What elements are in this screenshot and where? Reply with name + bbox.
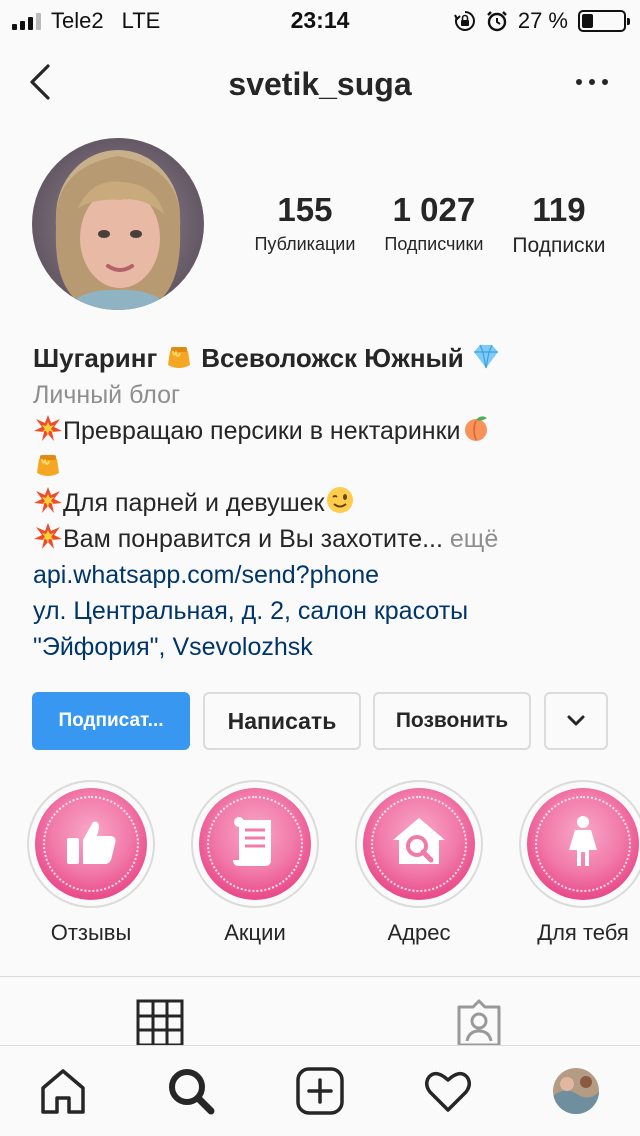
- call-button[interactable]: Позвонить: [373, 692, 531, 750]
- nav-profile-avatar[interactable]: [553, 1068, 599, 1114]
- bottom-navigation: [0, 1045, 640, 1136]
- woman-icon: [569, 816, 597, 866]
- story-highlights: Отзывы Акции Адрес Для тебя: [0, 780, 640, 950]
- stat-posts-label: Публикации: [254, 234, 356, 254]
- bio-website-link[interactable]: api.whatsapp.com/send?phone: [33, 557, 623, 593]
- house-search-icon: [393, 818, 445, 864]
- bio-address-line-1[interactable]: ул. Центральная, д. 2, салон красоты: [33, 593, 623, 629]
- avatar-photo: [32, 138, 204, 310]
- bio-name-part2: Всеволожск Южный: [201, 343, 464, 373]
- tab-tagged[interactable]: [455, 999, 503, 1045]
- more-dot: [589, 79, 595, 85]
- home-icon: [41, 1069, 85, 1114]
- highlight-cover: [199, 788, 311, 900]
- highlight-ring: [355, 780, 483, 908]
- honey-pot-icon: [168, 347, 191, 368]
- bio-name-part1: Шугаринг: [33, 343, 158, 373]
- collision-icon: [34, 487, 62, 513]
- highlight-for-you[interactable]: Для тебя: [518, 780, 640, 946]
- stat-followers[interactable]: 1 027 Подписчики: [384, 190, 483, 258]
- grid-icon: [136, 999, 184, 1045]
- highlight-cover: [363, 788, 475, 900]
- highlight-promotions[interactable]: Акции: [190, 780, 320, 946]
- highlight-label: Для тебя: [537, 920, 629, 945]
- alarm-icon: [486, 11, 507, 32]
- peach-icon: [464, 416, 487, 441]
- nav-search[interactable]: [166, 1066, 216, 1116]
- diamond-icon: [473, 344, 498, 369]
- nav-activity[interactable]: [423, 1066, 473, 1116]
- add-post-icon: [296, 1067, 344, 1115]
- nav-home[interactable]: [38, 1066, 88, 1116]
- stat-posts-count: 155: [277, 191, 333, 228]
- more-dot: [576, 79, 582, 85]
- highlight-cover: [527, 788, 639, 900]
- stat-followers-count: 1 027: [392, 191, 476, 228]
- highlight-reviews[interactable]: Отзывы: [26, 780, 156, 946]
- stat-following-count: 119: [532, 191, 586, 228]
- scroll-icon: [233, 817, 271, 866]
- bio-line-3: Вам понравится и Вы захотите... ещё: [33, 521, 623, 557]
- profile-actions: Подписат... Написать Позвонить: [32, 692, 608, 750]
- profile-username: svetik_suga: [228, 66, 412, 102]
- highlight-address[interactable]: Адрес: [354, 780, 484, 946]
- highlight-ring: [27, 780, 155, 908]
- bio-category: Личный блог: [33, 381, 181, 409]
- status-right: 27 %: [453, 8, 630, 34]
- highlight-label: Акции: [224, 920, 286, 945]
- chevron-down-icon: [567, 715, 585, 726]
- collision-icon: [34, 415, 62, 441]
- tab-grid[interactable]: [136, 999, 184, 1045]
- message-button[interactable]: Написать: [203, 692, 361, 750]
- profile-tabs: [0, 977, 640, 1045]
- thumbs-up-icon: [67, 821, 116, 864]
- profile-header: svetik_suga: [0, 52, 640, 116]
- orientation-lock-icon: [453, 11, 475, 31]
- bio-address-line-2[interactable]: "Эйфория", Vsevolozhsk: [33, 629, 623, 665]
- bio-line-3-text: Вам понравится и Вы захотите...: [63, 525, 443, 553]
- profile-avatar-thumb: [553, 1068, 599, 1114]
- bio-line-1: Превращаю персики в нектаринки: [33, 413, 623, 449]
- bio-line-honey: [33, 449, 623, 485]
- chevron-left-icon: [30, 64, 50, 100]
- suggestions-dropdown-button[interactable]: [544, 692, 608, 750]
- honey-pot-icon: [37, 455, 59, 476]
- highlight-ring: [519, 780, 640, 908]
- heart-icon: [425, 1071, 471, 1112]
- search-icon: [169, 1069, 215, 1115]
- bio-more-link[interactable]: ещё: [450, 525, 498, 553]
- battery-percent: 27 %: [517, 8, 568, 33]
- bio-name-line: Шугаринг Всеволожск Южный: [33, 340, 623, 377]
- back-button[interactable]: [24, 62, 60, 102]
- follow-button[interactable]: Подписат...: [32, 692, 190, 750]
- more-options-button[interactable]: [568, 64, 616, 100]
- battery-icon: [578, 10, 630, 32]
- stat-posts[interactable]: 155 Публикации: [254, 190, 355, 258]
- profile-avatar[interactable]: [32, 138, 204, 310]
- profile-stats: 155 Публикации 1 027 Подписчики 119 Подп…: [240, 190, 620, 258]
- profile-bio: Шугаринг Всеволожск Южный Личный блог Пр…: [33, 340, 623, 665]
- highlight-cover: [35, 788, 147, 900]
- tagged-icon: [457, 999, 501, 1045]
- bio-line-1-text: Превращаю персики в нектаринки: [63, 417, 461, 445]
- stat-following[interactable]: 119 Подписки: [512, 190, 605, 258]
- bio-line-2: Для парней и девушек: [33, 485, 623, 521]
- nav-new-post[interactable]: [295, 1066, 345, 1116]
- bio-line-2-text: Для парней и девушек: [63, 489, 325, 517]
- stat-following-label: Подписки: [512, 234, 606, 257]
- stat-followers-label: Подписчики: [384, 234, 484, 254]
- status-bar: Tele2 LTE 23:14 27 %: [0, 0, 640, 40]
- highlight-ring: [191, 780, 319, 908]
- collision-icon: [34, 523, 62, 549]
- more-dot: [602, 79, 608, 85]
- highlight-label: Адрес: [387, 920, 451, 945]
- battery-fill: [582, 14, 593, 28]
- highlight-label: Отзывы: [50, 920, 132, 945]
- winking-face-icon: [326, 487, 353, 513]
